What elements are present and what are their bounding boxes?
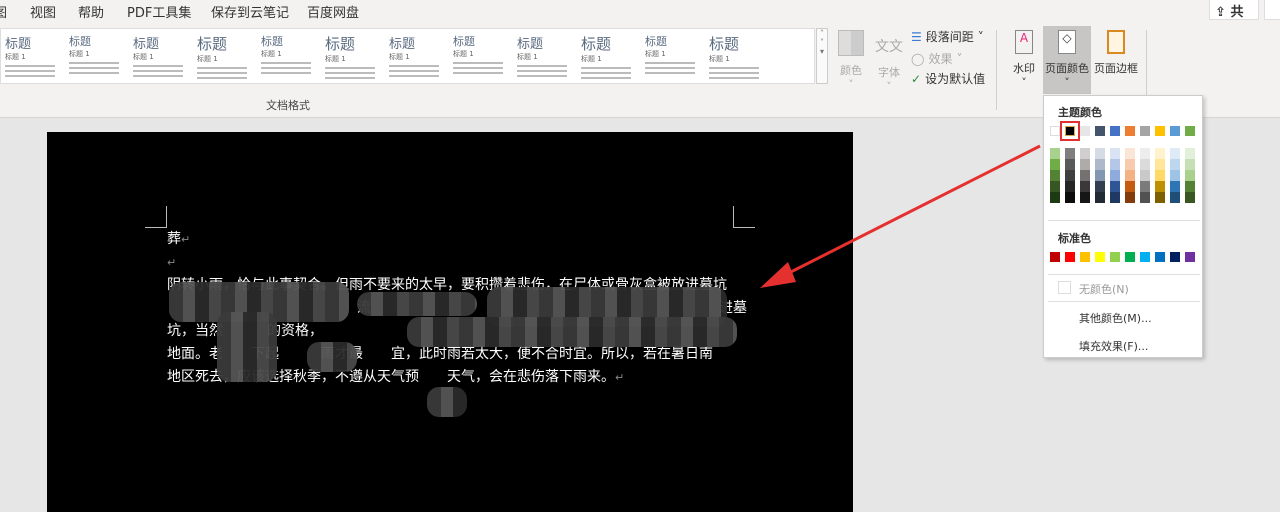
standard-color-swatch[interactable]	[1155, 252, 1165, 262]
theme-shade-swatch[interactable]	[1110, 192, 1120, 203]
theme-shade-swatch[interactable]	[1185, 170, 1195, 181]
theme-shade-column	[1095, 148, 1105, 203]
theme-shade-column	[1185, 148, 1195, 203]
theme-shade-swatch[interactable]	[1095, 192, 1105, 203]
theme-shade-swatch[interactable]	[1170, 192, 1180, 203]
standard-color-swatch[interactable]	[1050, 252, 1060, 262]
theme-shade-column	[1125, 148, 1135, 203]
theme-shade-swatch[interactable]	[1155, 192, 1165, 203]
theme-shade-swatch[interactable]	[1170, 181, 1180, 192]
standard-color-swatch[interactable]	[1095, 252, 1105, 262]
no-color-swatch	[1058, 281, 1071, 294]
theme-shade-swatch[interactable]	[1140, 159, 1150, 170]
theme-shade-swatch[interactable]	[1185, 148, 1195, 159]
theme-shade-column	[1155, 148, 1165, 203]
theme-shade-column	[1170, 148, 1180, 203]
fill-effects-item[interactable]: 填充效果(F)...	[1079, 338, 1148, 354]
theme-shade-swatch[interactable]	[1140, 170, 1150, 181]
theme-color-swatch[interactable]	[1185, 126, 1195, 136]
theme-shade-swatch[interactable]	[1155, 181, 1165, 192]
theme-shade-swatch[interactable]	[1065, 159, 1075, 170]
theme-shade-swatch[interactable]	[1110, 159, 1120, 170]
theme-shade-swatch[interactable]	[1080, 159, 1090, 170]
page-color-dropdown: 主题颜色 标准色 无颜色(N) 其他颜色(M)... 填充效果(F)...	[1043, 95, 1203, 358]
theme-shade-swatch[interactable]	[1140, 181, 1150, 192]
theme-shade-swatch[interactable]	[1185, 159, 1195, 170]
theme-shade-swatch[interactable]	[1170, 159, 1180, 170]
theme-shade-swatch[interactable]	[1125, 192, 1135, 203]
theme-shade-swatch[interactable]	[1050, 148, 1060, 159]
theme-color-swatch[interactable]	[1170, 126, 1180, 136]
theme-shade-swatch[interactable]	[1155, 148, 1165, 159]
theme-shade-swatch[interactable]	[1185, 181, 1195, 192]
no-color-item[interactable]: 无颜色(N)	[1058, 281, 1129, 297]
theme-shade-swatch[interactable]	[1080, 148, 1090, 159]
theme-shade-swatch[interactable]	[1125, 181, 1135, 192]
theme-shade-swatch[interactable]	[1095, 148, 1105, 159]
theme-shade-swatch[interactable]	[1140, 192, 1150, 203]
theme-shade-swatch[interactable]	[1080, 181, 1090, 192]
theme-color-swatch[interactable]	[1155, 126, 1165, 136]
theme-shade-swatch[interactable]	[1125, 159, 1135, 170]
theme-color-swatch[interactable]	[1050, 126, 1060, 136]
theme-color-swatch[interactable]	[1080, 126, 1090, 136]
theme-color-swatch[interactable]	[1140, 126, 1150, 136]
standard-color-swatch[interactable]	[1065, 252, 1075, 262]
theme-shade-swatch[interactable]	[1065, 148, 1075, 159]
no-color-label: 无颜色(N)	[1079, 283, 1129, 296]
theme-shade-swatch[interactable]	[1110, 181, 1120, 192]
theme-shade-swatch[interactable]	[1110, 170, 1120, 181]
theme-shade-swatch[interactable]	[1170, 148, 1180, 159]
standard-color-swatch[interactable]	[1140, 252, 1150, 262]
theme-shade-swatch[interactable]	[1065, 170, 1075, 181]
theme-color-swatch[interactable]	[1110, 126, 1120, 136]
standard-color-swatch[interactable]	[1170, 252, 1180, 262]
theme-shade-swatch[interactable]	[1185, 192, 1195, 203]
theme-shade-column	[1050, 148, 1060, 203]
theme-shade-column	[1110, 148, 1120, 203]
theme-shade-swatch[interactable]	[1050, 181, 1060, 192]
theme-shade-swatch[interactable]	[1065, 192, 1075, 203]
theme-shade-swatch[interactable]	[1170, 170, 1180, 181]
theme-shade-swatch[interactable]	[1080, 192, 1090, 203]
theme-shade-column	[1140, 148, 1150, 203]
theme-shade-swatch[interactable]	[1155, 159, 1165, 170]
theme-shade-swatch[interactable]	[1155, 170, 1165, 181]
theme-shade-column	[1065, 148, 1075, 203]
theme-shade-swatch[interactable]	[1080, 170, 1090, 181]
theme-shade-swatch[interactable]	[1110, 148, 1120, 159]
standard-color-swatch[interactable]	[1110, 252, 1120, 262]
theme-color-swatch[interactable]	[1125, 126, 1135, 136]
standard-colors-header: 标准色	[1058, 232, 1091, 245]
theme-shade-swatch[interactable]	[1095, 181, 1105, 192]
more-colors-item[interactable]: 其他颜色(M)...	[1079, 310, 1152, 326]
standard-color-swatch[interactable]	[1185, 252, 1195, 262]
theme-shade-swatch[interactable]	[1065, 181, 1075, 192]
standard-color-swatch[interactable]	[1125, 252, 1135, 262]
standard-color-swatch[interactable]	[1080, 252, 1090, 262]
theme-colors-header: 主题颜色	[1058, 106, 1102, 119]
theme-shade-swatch[interactable]	[1050, 170, 1060, 181]
theme-shade-swatch[interactable]	[1095, 170, 1105, 181]
theme-shade-column	[1080, 148, 1090, 203]
theme-color-swatch[interactable]	[1060, 121, 1080, 141]
theme-shade-swatch[interactable]	[1125, 148, 1135, 159]
theme-shade-swatch[interactable]	[1125, 170, 1135, 181]
theme-shade-swatch[interactable]	[1140, 148, 1150, 159]
theme-shade-swatch[interactable]	[1050, 192, 1060, 203]
theme-color-swatch[interactable]	[1095, 126, 1105, 136]
theme-shade-swatch[interactable]	[1050, 159, 1060, 170]
theme-shade-swatch[interactable]	[1095, 159, 1105, 170]
